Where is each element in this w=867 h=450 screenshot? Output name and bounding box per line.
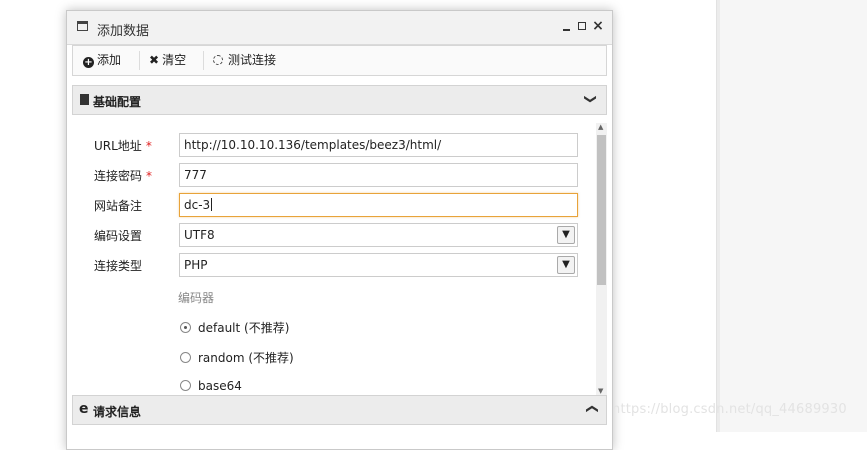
connection-type-value: PHP [184,258,208,272]
add-button[interactable]: + 添加 [83,46,121,75]
dialog-titlebar[interactable]: 添加数据 × [67,11,612,45]
dialog-title: 添加数据 [97,24,150,39]
request-info-header[interactable]: e 请求信息 ❯ [72,395,607,425]
encoder-option-random[interactable]: random (不推荐) [180,349,294,366]
watermark: https://blog.csdn.net/qq_44689930 [612,402,847,417]
encoder-option-label: base64 [198,379,242,393]
radio-button[interactable] [180,380,191,391]
encoding-label: 编码设置 [94,229,143,243]
window-icon [77,21,88,31]
required-marker: * [146,169,153,183]
clear-button[interactable]: ✖ 清空 [149,46,186,75]
spinner-icon [213,55,223,65]
encoding-select[interactable]: UTF8 ▼ [179,223,578,247]
encoder-option-label: random (不推荐) [198,351,294,365]
encoder-option-base64[interactable]: base64 [180,379,242,393]
maximize-icon[interactable] [576,19,588,33]
chevron-down-icon[interactable]: ▼ [557,256,575,274]
encoder-option-default[interactable]: default (不推荐) [180,319,289,336]
add-button-label: 添加 [97,53,122,67]
chevron-down-icon[interactable]: ▼ [557,226,575,244]
scroll-up-icon[interactable]: ▲ [598,123,603,131]
toolbar-separator [203,51,204,70]
file-icon [80,94,89,105]
connection-type-select[interactable]: PHP ▼ [179,253,578,277]
scrollbar-thumb[interactable] [597,135,606,285]
url-label: URL地址 * [94,139,152,153]
encoder-label: 编码器 [178,291,215,305]
test-connection-label: 测试连接 [228,53,277,67]
form-scrollbar[interactable]: ▲ ▼ [596,123,607,395]
encoding-select-value: UTF8 [184,228,215,242]
close-icon[interactable]: × [592,19,604,33]
radio-button[interactable] [180,352,191,363]
password-label: 连接密码 * [94,169,153,183]
note-label: 网站备注 [94,199,143,213]
request-info-title: 请求信息 [93,405,142,419]
clear-button-label: 清空 [162,53,187,67]
text-caret [211,198,213,211]
connection-type-label: 连接类型 [94,259,143,273]
required-marker: * [145,139,152,153]
url-input[interactable]: http://10.10.10.136/templates/beez3/html… [179,133,578,157]
scroll-down-icon[interactable]: ▼ [598,387,603,395]
dialog-toolbar: + 添加 ✖ 清空 测试连接 [72,45,607,76]
password-input[interactable]: 777 [179,163,578,187]
encoder-option-label: default (不推荐) [198,321,290,335]
basic-config-form: URL地址 * http://10.10.10.136/templates/bee… [72,115,607,395]
basic-config-title: 基础配置 [93,95,142,109]
chevron-up-icon[interactable]: ❯ [584,404,598,414]
basic-config-header[interactable]: 基础配置 ❯ [72,85,607,115]
add-data-dialog: 添加数据 × + 添加 ✖ 清空 测试连接 基础配置 ❯ URL地址 * http:/… [66,10,613,450]
x-icon: ✖ [149,53,160,67]
chevron-down-icon[interactable]: ❯ [584,94,598,104]
test-connection-button[interactable]: 测试连接 [213,46,276,75]
radio-button[interactable] [180,322,191,333]
background-right-panel [720,0,867,432]
note-input-value: dc-3 [184,198,211,212]
toolbar-separator [139,51,140,70]
e-icon: e [79,401,89,417]
note-input[interactable]: dc-3 [179,193,578,217]
minimize-icon[interactable] [561,19,573,33]
plus-circle-icon: + [83,57,94,68]
